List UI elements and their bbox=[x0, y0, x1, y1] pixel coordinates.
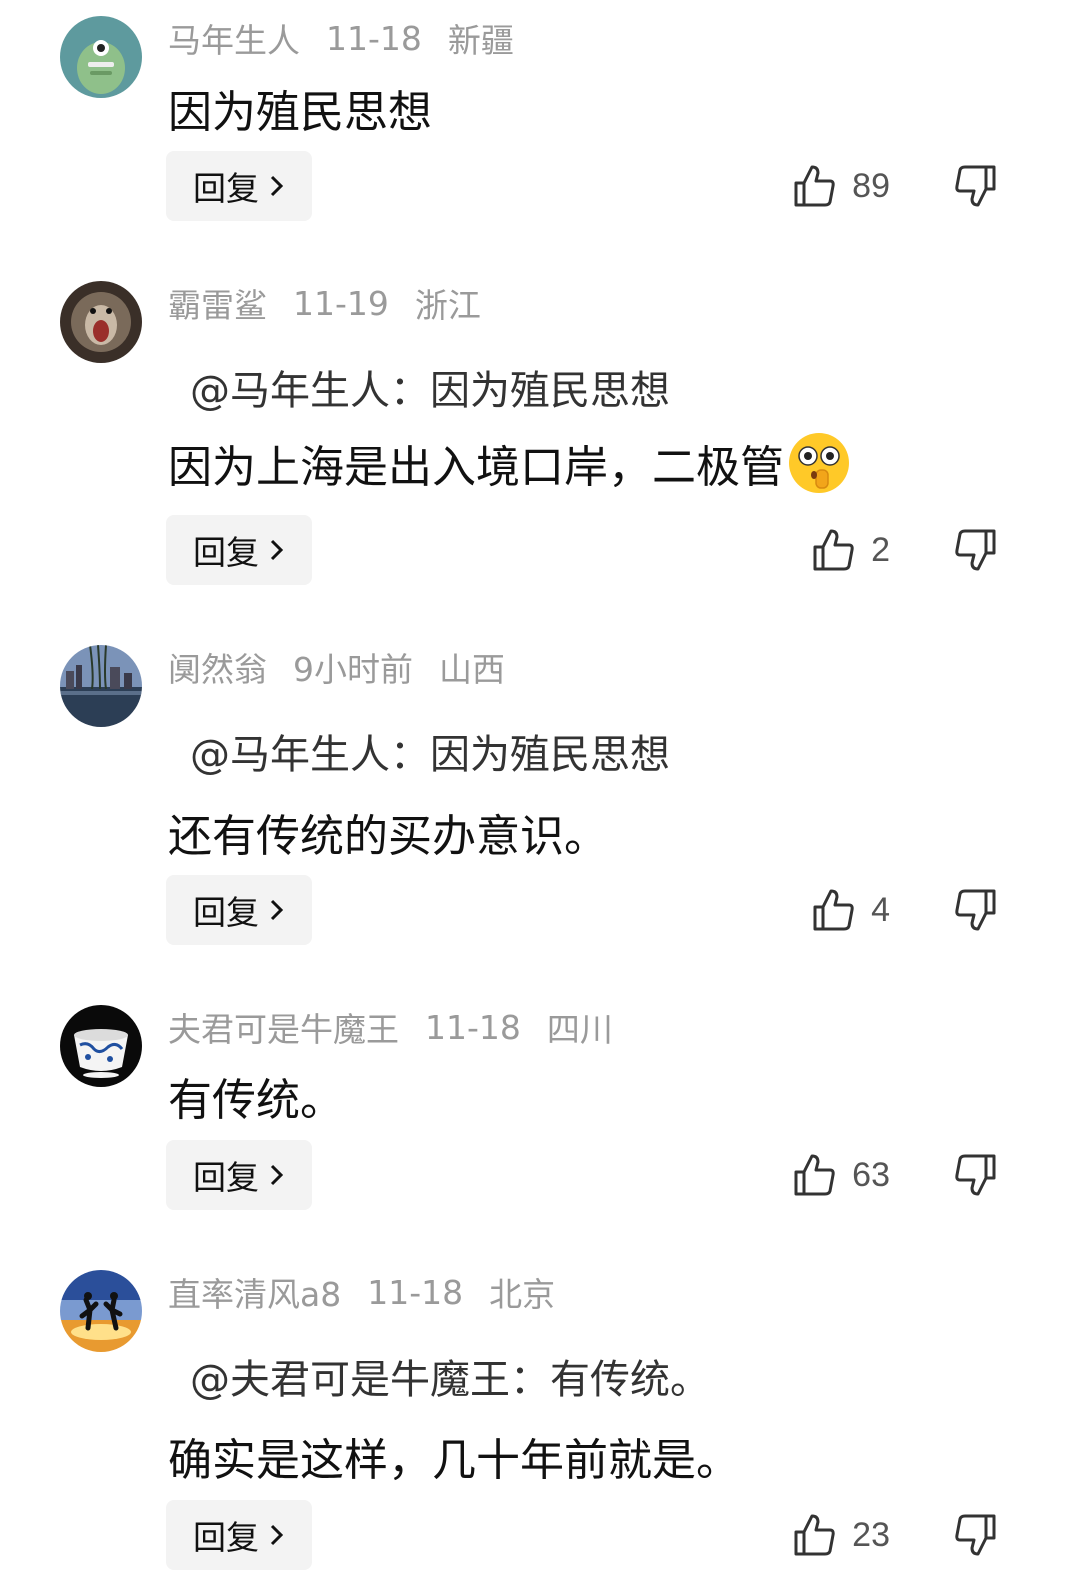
comment-text: 有传统。 bbox=[168, 1064, 344, 1128]
reply-label: 回复 bbox=[193, 169, 259, 208]
username[interactable]: 直率清风a8 bbox=[168, 1268, 341, 1316]
dislike-button[interactable] bbox=[952, 151, 998, 221]
comment-text-content: 有传统。 bbox=[168, 1075, 344, 1126]
reply-label: 回复 bbox=[193, 533, 259, 572]
chevron-right-icon bbox=[270, 1524, 284, 1546]
like-button[interactable]: 23 bbox=[792, 1500, 890, 1570]
comment-location: 浙江 bbox=[414, 286, 481, 325]
reply-button[interactable]: 回复 bbox=[166, 1500, 312, 1570]
like-count: 2 bbox=[871, 530, 890, 569]
like-button[interactable]: 2 bbox=[811, 515, 890, 585]
comment-meta: 霸雷鲨 11-19 浙江 bbox=[168, 279, 507, 327]
comment-date: 11-18 bbox=[326, 18, 422, 58]
quoted-reply: @马年生人：因为殖民思想 bbox=[190, 732, 670, 778]
comment-location: 四川 bbox=[546, 1010, 613, 1049]
like-count: 89 bbox=[852, 166, 890, 205]
like-button[interactable]: 89 bbox=[792, 151, 890, 221]
thumbs-up-icon bbox=[813, 529, 854, 571]
reply-button[interactable]: 回复 bbox=[166, 1140, 312, 1210]
thumbs-down-icon bbox=[955, 529, 996, 571]
thumbs-down-icon bbox=[955, 165, 996, 207]
username[interactable]: 阒然翁 bbox=[168, 643, 267, 691]
avatar[interactable] bbox=[60, 16, 142, 98]
chevron-right-icon bbox=[270, 899, 284, 921]
comment-meta: 马年生人 11-18 新疆 bbox=[168, 14, 540, 62]
reply-label: 回复 bbox=[193, 1518, 259, 1557]
username[interactable]: 夫君可是牛魔王 bbox=[168, 1003, 399, 1051]
comment-text: 因为殖民思想 bbox=[168, 76, 432, 140]
username[interactable]: 马年生人 bbox=[168, 14, 300, 62]
comment-location: 山西 bbox=[439, 650, 505, 689]
comment-date: 9小时前 bbox=[293, 650, 413, 689]
dislike-button[interactable] bbox=[952, 1140, 998, 1210]
comment-meta: 直率清风a8 11-18 北京 bbox=[168, 1268, 581, 1316]
comment-date: 11-19 bbox=[293, 283, 389, 323]
dislike-button[interactable] bbox=[952, 515, 998, 585]
dislike-button[interactable] bbox=[952, 1500, 998, 1570]
like-button[interactable]: 63 bbox=[792, 1140, 890, 1210]
quoted-reply: @夫君可是牛魔王：有传统。 bbox=[190, 1357, 710, 1403]
comment-text-content: 因为上海是出入境口岸，二极管 bbox=[168, 442, 784, 493]
quoted-reply: @马年生人：因为殖民思想 bbox=[190, 368, 670, 414]
reply-label: 回复 bbox=[193, 893, 259, 932]
thumbs-up-icon bbox=[813, 889, 854, 931]
thumbs-up-icon bbox=[794, 1514, 835, 1556]
comment-meta: 夫君可是牛魔王 11-18 四川 bbox=[168, 1003, 639, 1051]
like-count: 23 bbox=[852, 1515, 890, 1554]
comment-text: 确实是这样，几十年前就是。 bbox=[168, 1424, 740, 1488]
reply-button[interactable]: 回复 bbox=[166, 151, 312, 221]
like-count: 4 bbox=[871, 890, 890, 929]
reply-button[interactable]: 回复 bbox=[166, 875, 312, 945]
dislike-button[interactable] bbox=[952, 875, 998, 945]
avatar[interactable] bbox=[60, 645, 142, 727]
comment-meta: 阒然翁 9小时前 山西 bbox=[168, 645, 531, 689]
comment-text-content: 确实是这样，几十年前就是。 bbox=[168, 1435, 740, 1486]
like-button[interactable]: 4 bbox=[811, 875, 890, 945]
comment-location: 新疆 bbox=[447, 21, 514, 60]
comment-location: 北京 bbox=[489, 1275, 556, 1314]
avatar[interactable] bbox=[60, 1005, 142, 1087]
thumbs-down-icon bbox=[955, 889, 996, 931]
avatar[interactable] bbox=[60, 1270, 142, 1352]
shocked-emoji-icon bbox=[789, 433, 849, 493]
reply-label: 回复 bbox=[193, 1158, 259, 1197]
thumbs-down-icon bbox=[955, 1514, 996, 1556]
thumbs-down-icon bbox=[955, 1154, 996, 1196]
comment-date: 11-18 bbox=[425, 1007, 521, 1047]
like-count: 63 bbox=[852, 1155, 890, 1194]
chevron-right-icon bbox=[270, 1164, 284, 1186]
username[interactable]: 霸雷鲨 bbox=[168, 279, 267, 327]
chevron-right-icon bbox=[270, 175, 284, 197]
thumbs-up-icon bbox=[794, 165, 835, 207]
comment-date: 11-18 bbox=[367, 1272, 464, 1312]
thumbs-up-icon bbox=[794, 1154, 835, 1196]
chevron-right-icon bbox=[270, 539, 284, 561]
avatar[interactable] bbox=[60, 281, 142, 363]
comment-text-content: 还有传统的买办意识。 bbox=[168, 811, 608, 862]
comment-text-content: 因为殖民思想 bbox=[168, 87, 432, 138]
comment-text: 还有传统的买办意识。 bbox=[168, 800, 608, 864]
reply-button[interactable]: 回复 bbox=[166, 515, 312, 585]
comment-text: 因为上海是出入境口岸，二极管 bbox=[168, 430, 852, 496]
